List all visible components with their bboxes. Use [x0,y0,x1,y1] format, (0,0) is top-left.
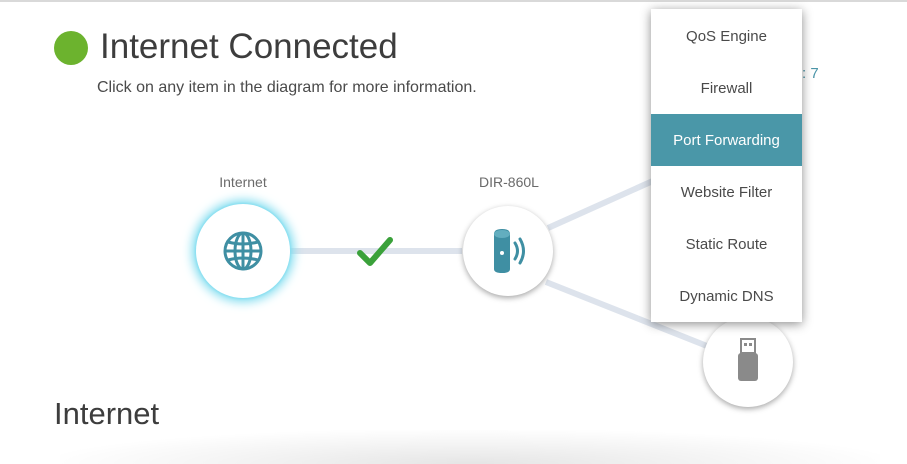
menu-item-qos-engine[interactable]: QoS Engine [651,10,802,62]
menu-item-port-forwarding[interactable]: Port Forwarding [651,114,802,166]
menu-item-firewall[interactable]: Firewall [651,62,802,114]
router-icon [494,229,525,273]
globe-icon [223,231,263,271]
menu-item-static-route[interactable]: Static Route [651,218,802,270]
router-node-label: DIR-860L [479,174,539,190]
bottom-shadow [60,430,880,464]
checkmark-icon [357,237,393,266]
router-node[interactable] [463,206,553,296]
internet-node[interactable] [196,204,290,298]
menu-item-dynamic-dns[interactable]: Dynamic DNS [651,270,802,322]
internet-node-label: Internet [219,174,267,190]
menu-item-website-filter[interactable]: Website Filter [651,166,802,218]
advanced-dropdown-menu: QoS Engine Firewall Port Forwarding Webs… [651,9,802,322]
usb-drive-icon [738,338,758,381]
router-clients-line [546,177,657,231]
usb-node[interactable] [703,317,793,407]
section-title-internet: Internet [54,396,160,431]
